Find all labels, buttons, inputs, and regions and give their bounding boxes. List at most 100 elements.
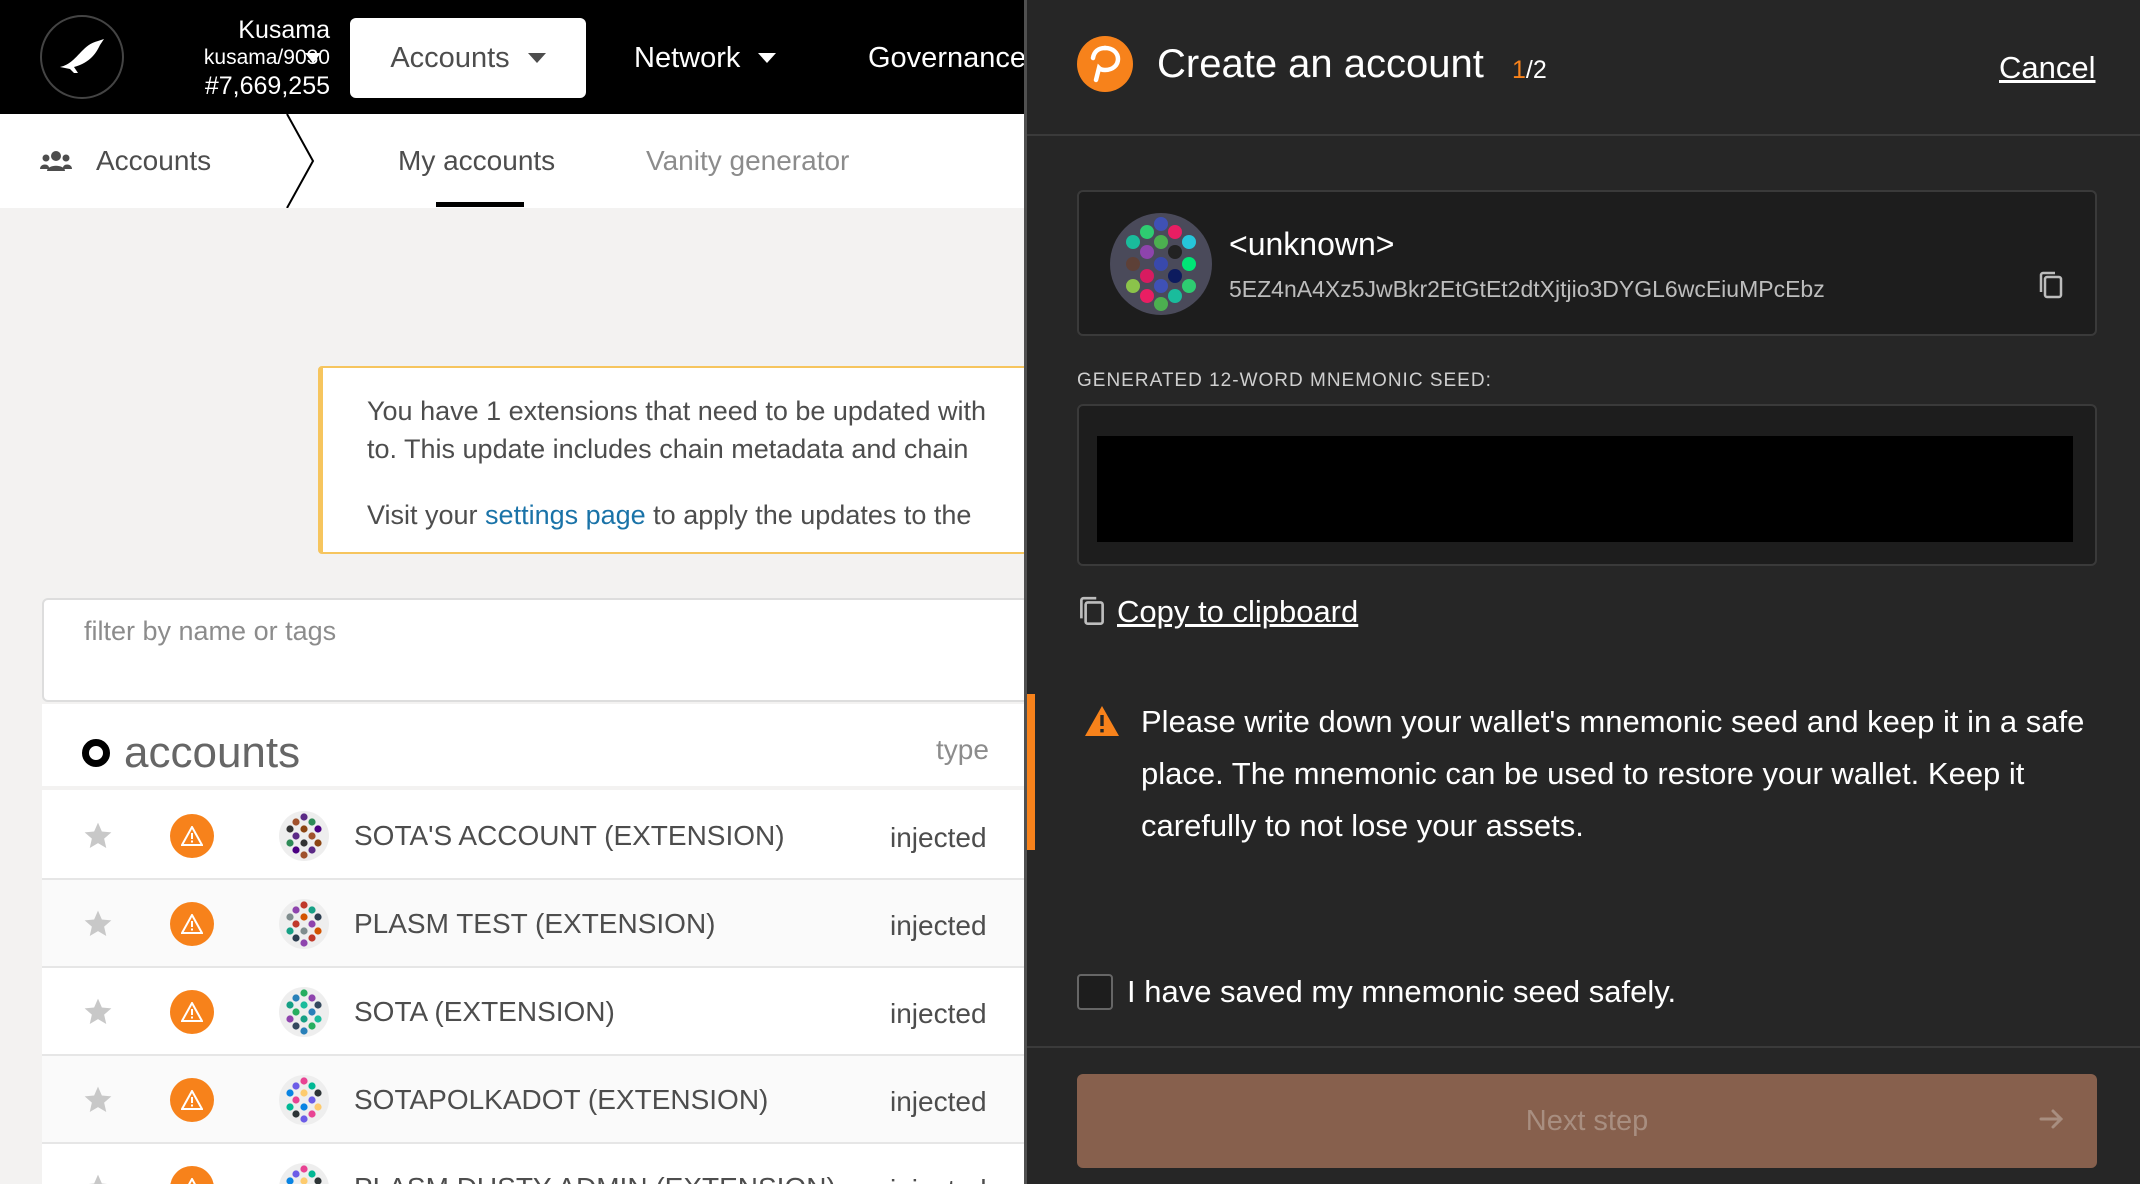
nav-accounts-label: Accounts xyxy=(390,41,510,74)
nav-network-label: Network xyxy=(634,41,741,74)
sub-navbar: Accounts My accounts Vanity generator xyxy=(0,114,1026,208)
chevron-down-icon[interactable] xyxy=(305,53,321,63)
tab-vanity-generator[interactable]: Vanity generator xyxy=(646,114,849,208)
copy-icon xyxy=(1080,596,1104,626)
section-accounts[interactable]: Accounts xyxy=(40,114,211,208)
account-address: 5EZ4nA4Xz5JwBkr2EtGtEt2dtXjtjio3DYGL6wcE… xyxy=(1229,276,1825,302)
identicon xyxy=(1110,213,1212,315)
star-icon[interactable] xyxy=(82,908,114,940)
step-total: /2 xyxy=(1525,56,1547,84)
chevron-down-icon xyxy=(758,53,777,63)
star-icon[interactable] xyxy=(82,1084,114,1116)
identicon xyxy=(279,811,329,861)
warning-icon xyxy=(181,826,203,846)
create-account-drawer: Create an account 1/2 Cancel <unknown> 5… xyxy=(1024,0,2140,1184)
drawer-header: Create an account 1/2 Cancel xyxy=(1027,0,2140,136)
star-icon[interactable] xyxy=(82,996,114,1028)
notice-text: You have 1 extensions that need to be up… xyxy=(367,392,1036,468)
next-step-button[interactable]: Next step xyxy=(1077,1074,2097,1168)
chevron-down-icon xyxy=(527,53,546,63)
star-icon[interactable] xyxy=(82,820,114,852)
seed-redacted xyxy=(1097,436,2073,542)
copy-icon[interactable] xyxy=(2037,270,2065,302)
nav-accounts[interactable]: Accounts xyxy=(350,18,586,98)
bullet-icon xyxy=(82,739,110,767)
account-type: injected xyxy=(890,910,987,941)
warning-icon xyxy=(181,1090,203,1110)
top-navbar: Kusama kusama/9030 #7,669,255 Accounts N… xyxy=(0,0,1026,114)
identicon xyxy=(279,899,329,949)
tab-label: My accounts xyxy=(398,145,556,176)
type-column-header: type xyxy=(936,734,989,765)
arrow-right-icon xyxy=(2039,1109,2064,1129)
polkadot-logo-icon xyxy=(1077,36,1133,92)
warning-badge[interactable] xyxy=(170,814,214,858)
warning-badge[interactable] xyxy=(170,1078,214,1122)
tab-my-accounts[interactable]: My accounts xyxy=(398,114,555,208)
table-row[interactable]: SOTA'S ACCOUNT (EXTENSION) injected xyxy=(42,792,1042,880)
saved-seed-label: I have saved my mnemonic seed safely. xyxy=(1127,974,1677,1009)
account-name: SOTA'S ACCOUNT (EXTENSION) xyxy=(354,820,785,851)
table-row[interactable]: PLASM TEST (EXTENSION) injected xyxy=(42,880,1042,968)
section-label: Accounts xyxy=(96,145,212,176)
table-row[interactable]: PLASM DUSTY ADMIN (EXTENSION) injected xyxy=(42,1144,1042,1184)
notice-line-3-suffix: to apply the updates to the xyxy=(645,500,972,530)
step-indicator: 1/2 xyxy=(1512,56,1547,85)
chain-selector[interactable]: Kusama kusama/9030 #7,669,255 xyxy=(140,16,330,100)
notice-line-3-prefix: Visit your xyxy=(367,500,486,530)
step-current: 1 xyxy=(1512,56,1526,84)
mnemonic-seed-field[interactable] xyxy=(1077,404,2097,566)
warning-badge[interactable] xyxy=(170,990,214,1034)
warning-bar xyxy=(1027,694,1035,850)
filter-input[interactable]: filter by name or tags xyxy=(42,598,1042,702)
settings-page-link[interactable]: settings page xyxy=(485,500,646,530)
notice-line-2: to. This update includes chain metadata … xyxy=(367,434,969,464)
block-number: #7,669,255 xyxy=(204,72,330,100)
warning-badge[interactable] xyxy=(170,1166,214,1184)
identicon xyxy=(279,1163,329,1184)
warning-icon xyxy=(188,1178,196,1184)
drawer-footer: Next step xyxy=(1027,1046,2140,1184)
active-tab-indicator xyxy=(436,202,524,207)
notice-line-1: You have 1 extensions that need to be up… xyxy=(367,396,986,426)
table-row[interactable]: SOTA (EXTENSION) injected xyxy=(42,968,1042,1056)
warning-icon xyxy=(1085,706,1119,736)
table-title: accounts xyxy=(82,728,300,778)
seed-label: GENERATED 12-WORD MNEMONIC SEED: xyxy=(1077,370,1492,391)
extension-update-notice: You have 1 extensions that need to be up… xyxy=(318,366,1038,554)
copy-label: Copy to clipboard xyxy=(1117,594,1359,629)
account-name: <unknown> xyxy=(1229,226,1395,262)
warning-badge[interactable] xyxy=(170,902,214,946)
account-name: SOTA (EXTENSION) xyxy=(354,996,615,1027)
account-type: injected xyxy=(890,1086,987,1117)
table-row[interactable]: SOTAPOLKADOT (EXTENSION) injected xyxy=(42,1056,1042,1144)
nav-governance[interactable]: Governance xyxy=(868,18,1026,98)
seed-warning: Please write down your wallet's mnemonic… xyxy=(1027,694,2107,850)
breadcrumb-separator xyxy=(286,114,315,208)
account-type: injected xyxy=(890,822,987,853)
table-header: accounts type xyxy=(42,704,1042,790)
saved-seed-checkbox-row[interactable]: I have saved my mnemonic seed safely. xyxy=(1077,974,1676,1010)
accounts-table: accounts type SOTA'S ACCOUNT (EXTENSION)… xyxy=(42,704,1042,1184)
account-type: injected xyxy=(890,1174,987,1184)
account-name: PLASM DUSTY ADMIN (EXTENSION) xyxy=(354,1172,836,1184)
kusama-logo-icon[interactable] xyxy=(40,15,124,99)
filter-placeholder: filter by name or tags xyxy=(84,616,337,646)
warning-icon xyxy=(181,1002,203,1022)
account-name: SOTAPOLKADOT (EXTENSION) xyxy=(354,1084,769,1115)
notice-text: Visit your settings page to apply the up… xyxy=(367,496,1036,534)
star-icon[interactable] xyxy=(82,1172,114,1184)
warning-icon xyxy=(181,914,203,934)
copy-to-clipboard-button[interactable]: Copy to clipboard xyxy=(1077,594,1358,630)
nav-governance-label: Governance xyxy=(868,41,1026,74)
drawer-title: Create an account xyxy=(1157,42,1484,86)
warning-text: Please write down your wallet's mnemonic… xyxy=(1141,704,2085,843)
tab-label: Vanity generator xyxy=(646,145,850,176)
account-name: PLASM TEST (EXTENSION) xyxy=(354,908,716,939)
identicon xyxy=(279,987,329,1037)
identicon xyxy=(279,1075,329,1125)
saved-seed-checkbox[interactable] xyxy=(1077,974,1113,1010)
table-title-text: accounts xyxy=(124,728,301,777)
nav-network[interactable]: Network xyxy=(634,18,777,98)
cancel-button[interactable]: Cancel xyxy=(1999,50,2096,86)
